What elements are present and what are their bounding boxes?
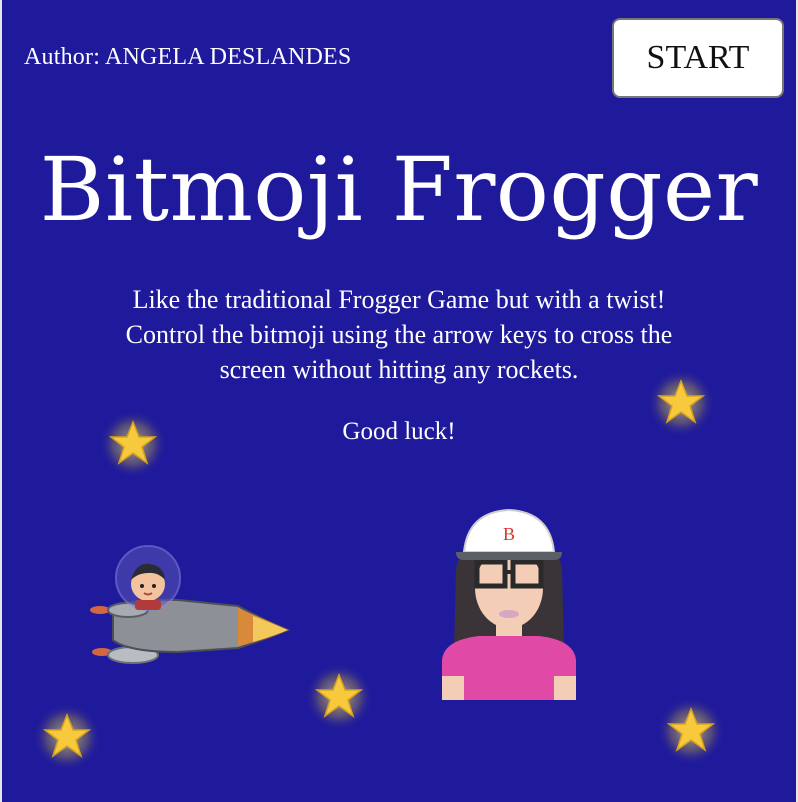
game-canvas[interactable]: Author: ANGELA DESLANDES START Bitmoji F… (0, 0, 798, 802)
rocket-sprite (90, 545, 291, 664)
cap-letter: B (503, 524, 515, 544)
star-icon (99, 410, 167, 478)
description-line-2: Control the bitmoji using the arrow keys… (125, 320, 673, 349)
star-icon (33, 703, 101, 771)
author-label: Author: ANGELA DESLANDES (24, 44, 352, 70)
start-button[interactable]: START (612, 18, 784, 98)
star-icon (305, 663, 373, 731)
star-icon (657, 697, 725, 765)
star-icon (647, 369, 715, 437)
game-title: Bitmoji Frogger (39, 138, 759, 241)
description-line-1: Like the traditional Frogger Game but wi… (132, 285, 666, 314)
bitmoji-player: B (442, 508, 576, 700)
